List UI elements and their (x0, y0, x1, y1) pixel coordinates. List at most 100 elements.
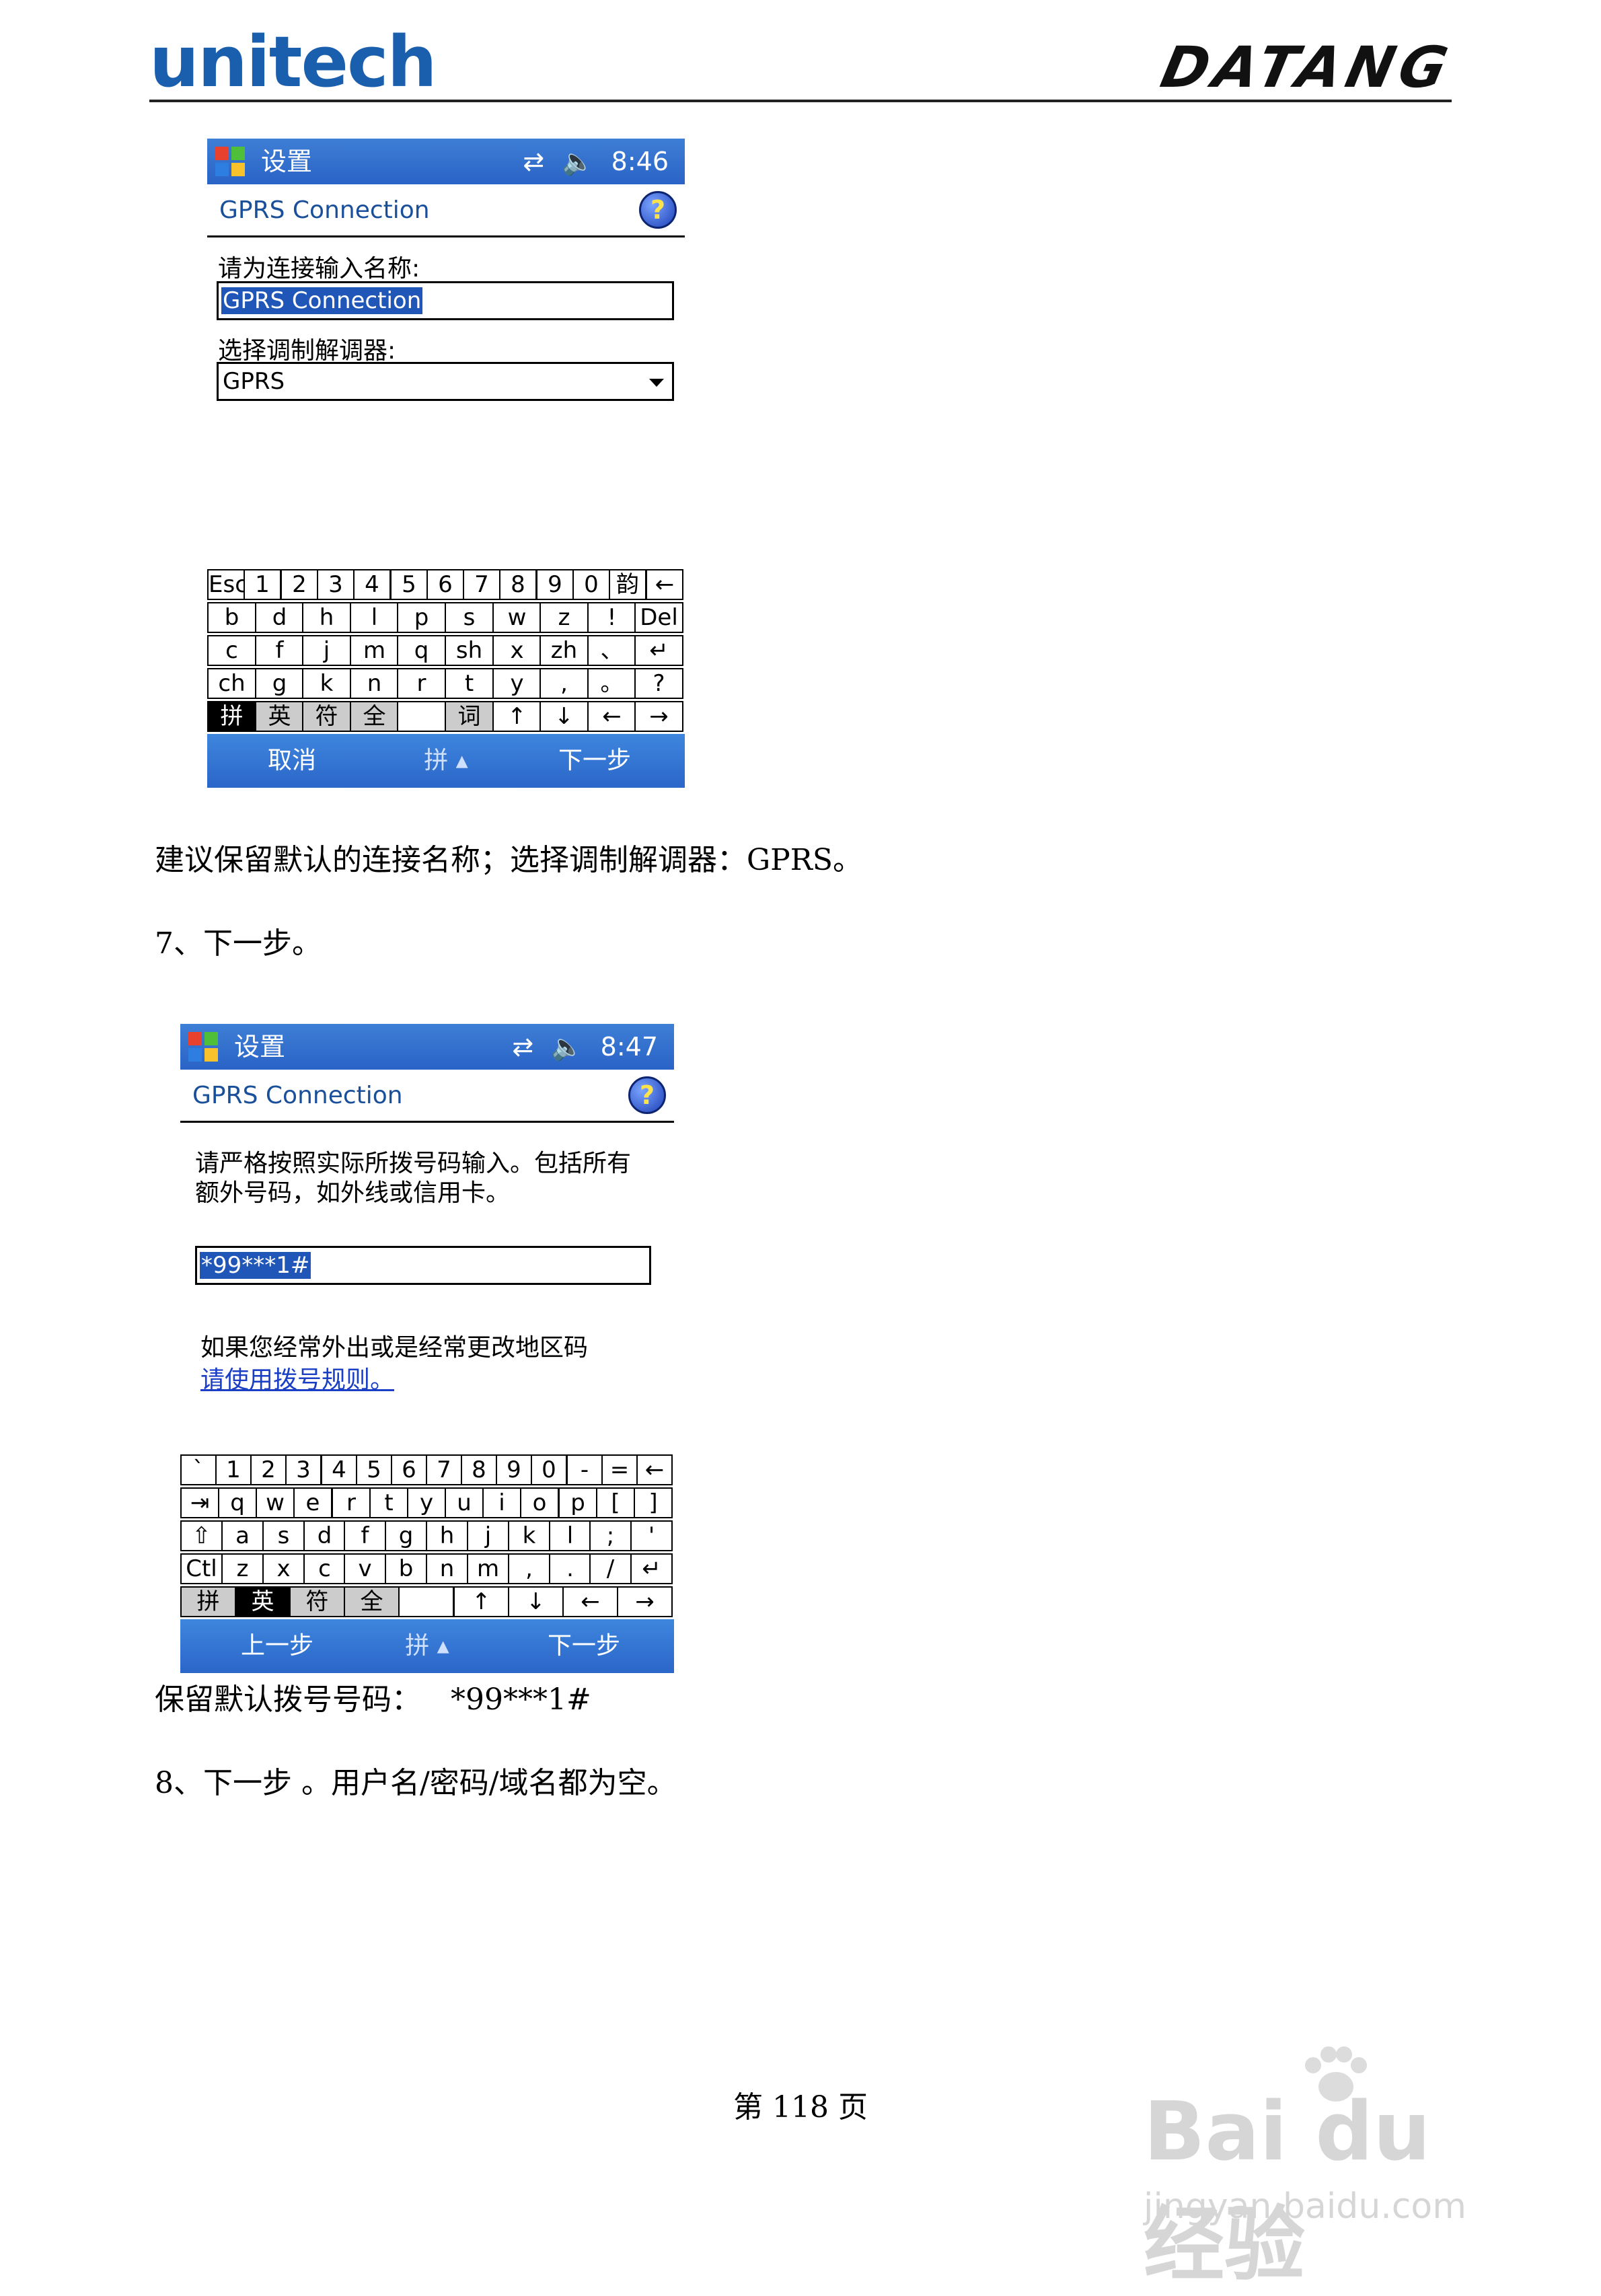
key[interactable]: ; (589, 1520, 632, 1551)
key[interactable]: p (558, 1487, 597, 1518)
key[interactable]: x (262, 1553, 305, 1584)
key[interactable]: 4 (353, 569, 391, 600)
key[interactable]: w (492, 602, 542, 633)
key[interactable]: 英 (235, 1586, 291, 1617)
key[interactable]: 英 (255, 701, 304, 732)
key[interactable]: ] (634, 1487, 673, 1518)
clock[interactable]: 8:46 (611, 147, 669, 176)
key[interactable]: 5 (356, 1454, 392, 1485)
key[interactable]: 韵 (609, 569, 646, 600)
key[interactable]: zh (539, 635, 589, 666)
key[interactable]: g (385, 1520, 427, 1551)
key[interactable]: p (397, 602, 446, 633)
key[interactable]: r (332, 1487, 371, 1518)
key[interactable]: ! (587, 602, 636, 633)
key[interactable]: → (634, 701, 683, 732)
key[interactable]: 全 (344, 1586, 400, 1617)
key[interactable]: 符 (302, 701, 351, 732)
key[interactable]: b (207, 602, 256, 633)
key[interactable]: l (549, 1520, 591, 1551)
key[interactable]: ↑ (492, 701, 542, 732)
key[interactable]: b (385, 1553, 427, 1584)
key[interactable]: ? (634, 668, 683, 699)
key[interactable]: 9 (496, 1454, 532, 1485)
key[interactable]: f (255, 635, 304, 666)
key[interactable]: q (397, 635, 446, 666)
key[interactable]: t (445, 668, 494, 699)
key[interactable]: Del (634, 602, 683, 633)
spacebar-key[interactable] (397, 701, 446, 732)
key[interactable]: ↓ (539, 701, 589, 732)
key[interactable]: f (344, 1520, 386, 1551)
key[interactable]: d (255, 602, 304, 633)
key[interactable]: m (467, 1553, 509, 1584)
key[interactable]: 7 (463, 569, 500, 600)
key[interactable]: o (520, 1487, 559, 1518)
key[interactable]: w (256, 1487, 295, 1518)
key[interactable]: ↓ (508, 1586, 564, 1617)
key[interactable]: q (218, 1487, 257, 1518)
key[interactable]: 9 (536, 569, 574, 600)
key[interactable]: 、 (587, 635, 636, 666)
key[interactable]: u (445, 1487, 484, 1518)
key[interactable]: 符 (289, 1586, 345, 1617)
key[interactable]: j (302, 635, 351, 666)
dial-number-input[interactable]: *99***1# (195, 1246, 651, 1285)
key[interactable]: z (221, 1553, 264, 1584)
key[interactable]: h (426, 1520, 468, 1551)
key[interactable]: 0 (531, 1454, 567, 1485)
help-icon[interactable]: ? (639, 191, 677, 229)
key[interactable]: , (508, 1553, 550, 1584)
key[interactable]: n (426, 1553, 468, 1584)
clock[interactable]: 8:47 (601, 1032, 658, 1062)
key[interactable]: ← (636, 1454, 673, 1485)
key[interactable]: 8 (461, 1454, 497, 1485)
spacebar-key[interactable] (398, 1586, 454, 1617)
key[interactable]: , (539, 668, 589, 699)
key[interactable]: m (350, 635, 399, 666)
key[interactable]: ← (646, 569, 683, 600)
key[interactable]: sh (445, 635, 494, 666)
key[interactable]: h (302, 602, 351, 633)
key[interactable]: 1 (244, 569, 281, 600)
key[interactable]: x (492, 635, 542, 666)
key[interactable]: 1 (215, 1454, 252, 1485)
key[interactable]: 2 (281, 569, 318, 600)
key[interactable]: d (303, 1520, 346, 1551)
help-icon[interactable]: ? (628, 1076, 666, 1114)
key[interactable]: 拼 (207, 701, 256, 732)
key[interactable]: 3 (285, 1454, 322, 1485)
key[interactable]: l (350, 602, 399, 633)
key[interactable]: ↑ (453, 1586, 509, 1617)
key[interactable]: s (445, 602, 494, 633)
dialing-rules-link[interactable]: 请使用拨号规则。 (200, 1360, 394, 1395)
windows-start-icon[interactable] (211, 143, 249, 180)
key[interactable]: 拼 (180, 1586, 236, 1617)
key[interactable]: y (407, 1487, 446, 1518)
key[interactable]: . (549, 1553, 591, 1584)
key[interactable]: ch (207, 668, 256, 699)
connection-icon[interactable]: ⇄ (512, 1032, 533, 1062)
connection-icon[interactable]: ⇄ (523, 147, 544, 176)
key[interactable]: j (467, 1520, 509, 1551)
key[interactable]: [ (596, 1487, 635, 1518)
key[interactable]: 7 (426, 1454, 462, 1485)
key[interactable]: z (539, 602, 589, 633)
next-button[interactable]: 下一步 (558, 734, 631, 788)
key[interactable]: ← (587, 701, 636, 732)
key[interactable]: e (293, 1487, 332, 1518)
key[interactable]: ⇧ (180, 1520, 223, 1551)
key[interactable]: 5 (390, 569, 428, 600)
key[interactable]: t (369, 1487, 408, 1518)
speaker-icon[interactable]: 🔈 (562, 147, 593, 176)
key[interactable]: 8 (499, 569, 537, 600)
key[interactable]: k (302, 668, 351, 699)
key[interactable]: 6 (426, 569, 464, 600)
key[interactable]: → (617, 1586, 673, 1617)
key[interactable]: ↵ (634, 635, 683, 666)
key[interactable]: Ctl (180, 1553, 223, 1584)
key[interactable]: i (482, 1487, 521, 1518)
key[interactable]: v (344, 1553, 386, 1584)
key[interactable]: - (566, 1454, 603, 1485)
key[interactable]: 6 (391, 1454, 427, 1485)
